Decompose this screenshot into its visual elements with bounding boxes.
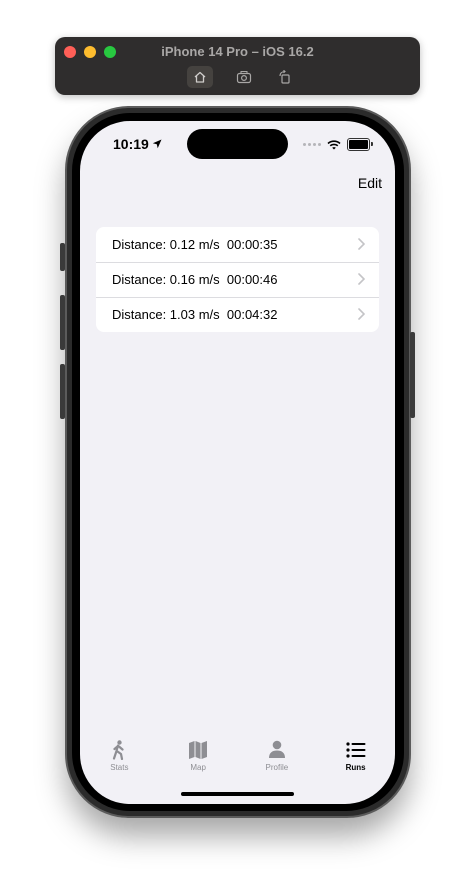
edit-button[interactable]: Edit [358, 175, 382, 191]
power-button[interactable] [410, 332, 415, 418]
person-icon [268, 740, 285, 758]
chevron-right-icon [358, 238, 365, 250]
rotate-button[interactable] [272, 66, 298, 88]
screenshot-button[interactable] [231, 66, 257, 88]
screenshot-icon [236, 71, 252, 84]
run-row-text: Distance: 0.12 m/s 00:00:35 [112, 237, 278, 252]
tab-label: Profile [265, 763, 289, 772]
dynamic-island [187, 129, 288, 159]
wifi-icon [327, 139, 341, 149]
volume-down-button[interactable] [60, 364, 65, 419]
status-icons [303, 138, 373, 151]
run-row[interactable]: Distance: 1.03 m/s 00:04:32 [96, 297, 379, 332]
action-button[interactable] [60, 243, 65, 271]
map-icon [189, 741, 208, 759]
run-row[interactable]: Distance: 0.16 m/s 00:00:46 [96, 262, 379, 297]
run-row-text: Distance: 0.16 m/s 00:00:46 [112, 272, 278, 287]
simulator-stage: iPhone 14 Pro – iOS 16.2 10:19 Edit Dist… [0, 0, 475, 894]
tab-stats[interactable]: Stats [80, 733, 159, 783]
location-arrow-icon [152, 139, 162, 149]
volume-up-button[interactable] [60, 295, 65, 350]
phone-screen: 10:19 Edit Distance: 0.12 m/s 00:00:35 D… [80, 121, 395, 804]
list-icon [346, 742, 366, 758]
run-row[interactable]: Distance: 0.12 m/s 00:00:35 [96, 227, 379, 262]
tab-bar: Stats Map Profile Runs [80, 733, 395, 783]
window-title: iPhone 14 Pro – iOS 16.2 [161, 44, 314, 59]
status-time-text: 10:19 [113, 136, 149, 152]
rotate-icon [279, 70, 290, 84]
status-time: 10:19 [113, 136, 162, 152]
tab-label: Runs [345, 763, 366, 772]
tab-label: Map [190, 763, 206, 772]
chevron-right-icon [358, 273, 365, 285]
home-icon [194, 71, 206, 83]
signal-dots-icon [303, 143, 321, 146]
chevron-right-icon [358, 308, 365, 320]
runs-list: Distance: 0.12 m/s 00:00:35 Distance: 0.… [96, 227, 379, 332]
tab-runs[interactable]: Runs [316, 733, 395, 783]
battery-icon [347, 138, 373, 151]
walking-figure-icon [113, 740, 124, 760]
simulator-titlebar: iPhone 14 Pro – iOS 16.2 [55, 37, 420, 95]
home-button[interactable] [187, 66, 213, 88]
tab-profile[interactable]: Profile [238, 733, 317, 783]
home-indicator[interactable] [181, 792, 294, 796]
tab-label: Stats [110, 763, 129, 772]
tab-map[interactable]: Map [159, 733, 238, 783]
run-row-text: Distance: 1.03 m/s 00:04:32 [112, 307, 278, 322]
